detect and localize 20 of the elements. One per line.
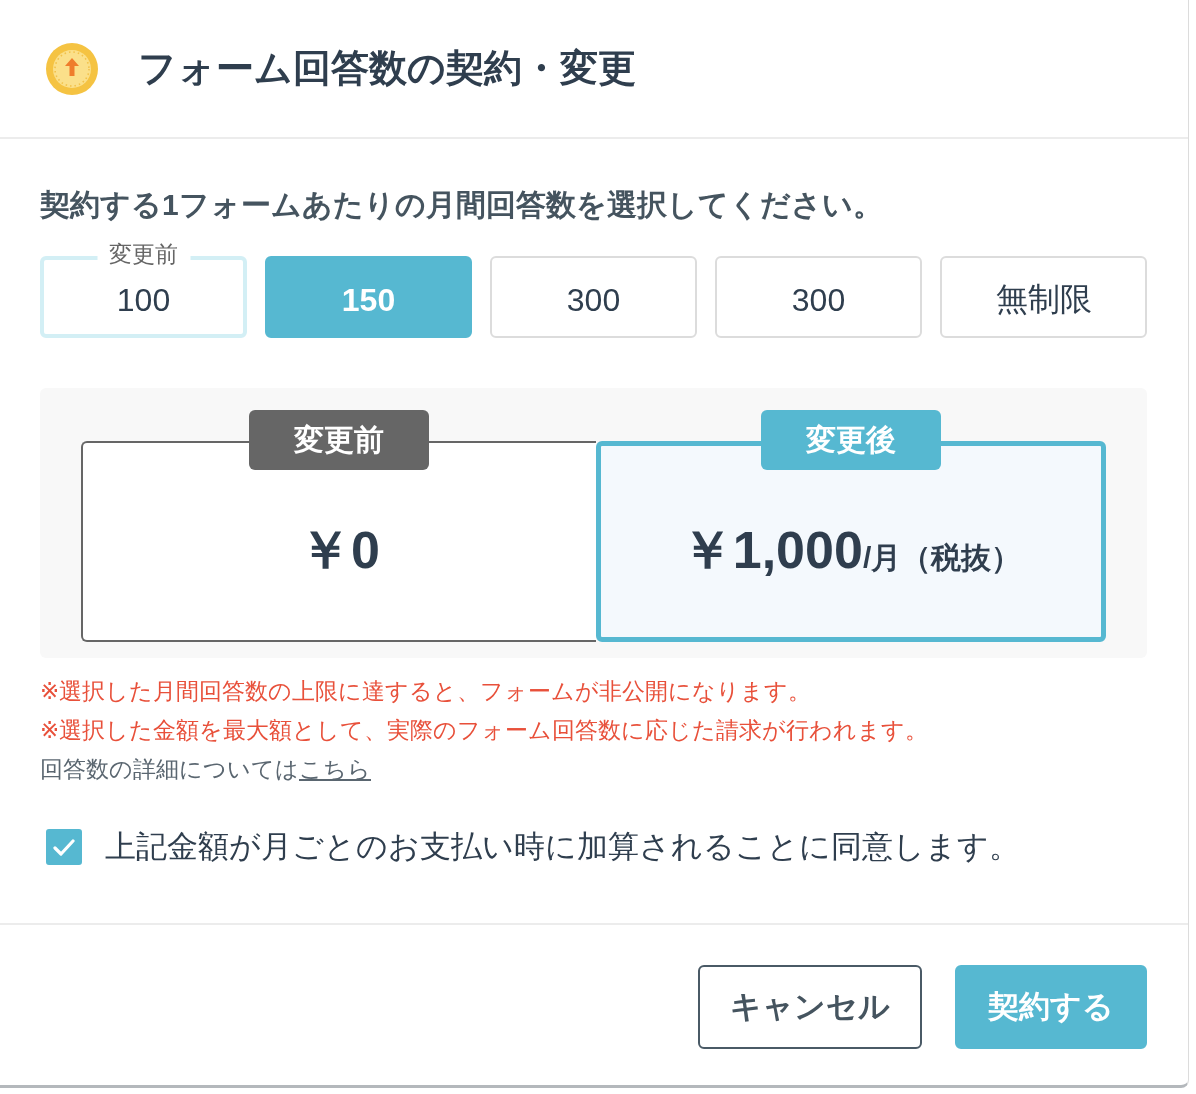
count-option[interactable]: 300 xyxy=(490,256,697,338)
agreement-label: 上記金額が月ごとのお支払い時に加算されることに同意します。 xyxy=(105,828,1020,866)
price-amount: ￥0 xyxy=(299,520,380,582)
count-option[interactable]: 無制限 xyxy=(940,256,1147,338)
check-icon xyxy=(53,838,75,856)
price-amount: ￥1,000 xyxy=(680,520,863,582)
after-tag: 変更後 xyxy=(761,410,941,470)
count-option[interactable]: 300 xyxy=(715,256,922,338)
cancel-button[interactable]: キャンセル xyxy=(698,965,922,1049)
current-label: 変更前 xyxy=(97,240,190,268)
agree-checkbox[interactable] xyxy=(46,829,82,865)
warning-note: ※選択した金額を最大額として、実際のフォーム回答数に応じた請求が行われます。 xyxy=(40,716,930,745)
warning-note: ※選択した月間回答数の上限に達すると、フォームが非公開になります。 xyxy=(40,677,813,706)
before-tag: 変更前 xyxy=(248,410,429,470)
details-link[interactable]: こちら xyxy=(299,756,371,782)
instruction-text: 契約する1フォームあたりの月間回答数を選択してください。 xyxy=(40,187,884,223)
detail-text: 回答数の詳細については xyxy=(40,756,299,782)
tax-note: （税抜） xyxy=(901,540,1022,577)
price-unit: /月 xyxy=(862,541,902,575)
dialog-title: フォーム回答数の契約・変更 xyxy=(138,45,636,91)
